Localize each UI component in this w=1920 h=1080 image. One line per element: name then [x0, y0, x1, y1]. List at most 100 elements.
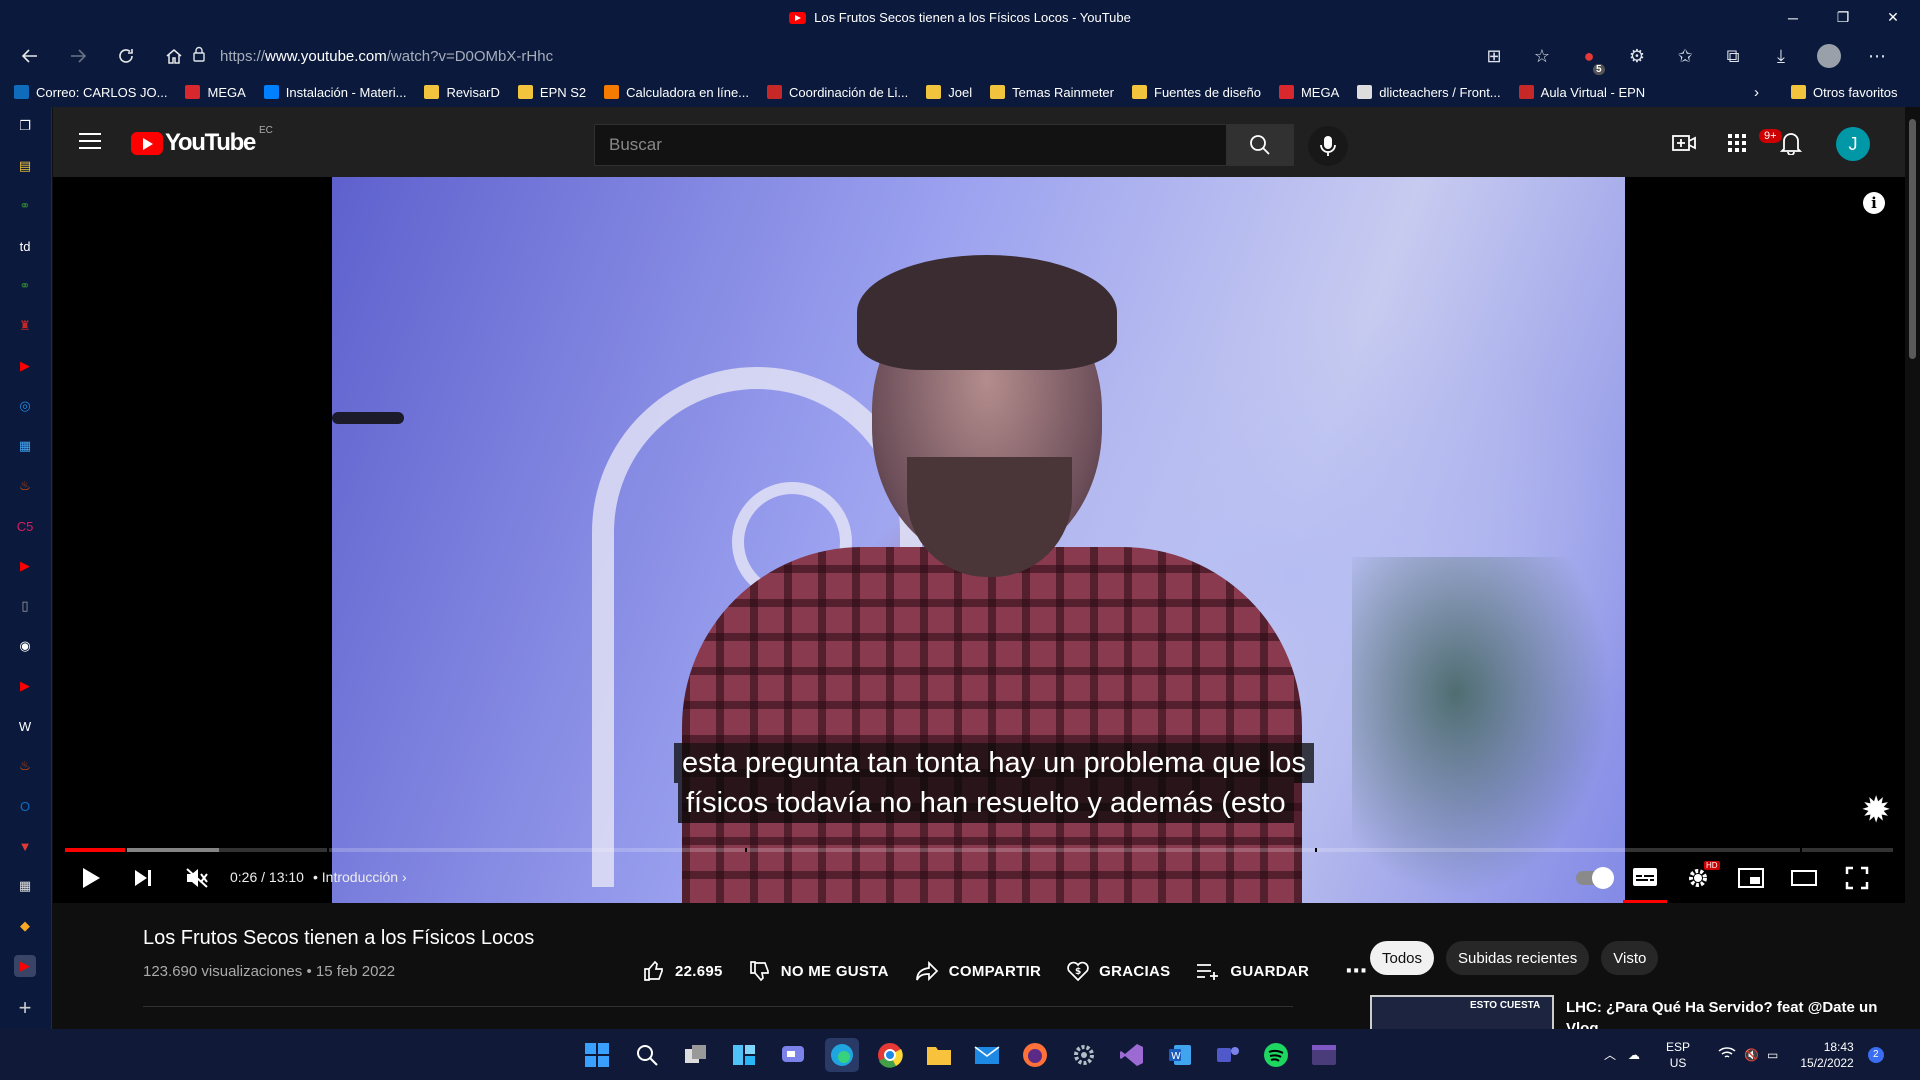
wordpress-icon[interactable]: W [14, 715, 36, 737]
save-button[interactable]: GUARDAR [1196, 962, 1309, 980]
spotify-icon[interactable] [1259, 1038, 1293, 1072]
favorites-icon[interactable]: ✩ [1661, 46, 1709, 67]
link-icon[interactable]: ⚭ [14, 195, 36, 217]
more-menu-icon[interactable]: ⋯ [1853, 46, 1901, 67]
refresh-icon[interactable] [102, 35, 150, 77]
edge-taskbar-icon[interactable] [825, 1038, 859, 1072]
search-button[interactable] [1226, 124, 1294, 166]
settings-button[interactable]: HD [1676, 853, 1720, 903]
account-avatar[interactable]: J [1836, 127, 1870, 161]
filter-chip[interactable]: Todos [1370, 941, 1435, 975]
file-explorer-icon[interactable] [922, 1038, 956, 1072]
bookmark-item[interactable]: Correo: CARLOS JO... [14, 85, 167, 100]
bookmark-item[interactable]: MEGA [185, 85, 246, 100]
chapter-title[interactable]: • Introducción › [313, 869, 407, 885]
tabs-icon[interactable]: ❐ [14, 115, 36, 137]
bookmark-item[interactable]: Calculadora en líne... [604, 85, 749, 100]
search-input[interactable]: Buscar [594, 124, 1230, 166]
recommendation-title[interactable]: LHC: ¿Para Qué Ha Servido? feat @Date un… [1566, 997, 1886, 1029]
app-icon[interactable]: ▦ [14, 435, 36, 457]
bookmark-item[interactable]: MEGA [1278, 85, 1339, 100]
recommendation-thumbnail[interactable]: ESTO CUESTA [1370, 995, 1554, 1029]
subtitles-button[interactable] [1623, 853, 1667, 903]
link-icon-2[interactable]: ⚭ [14, 275, 36, 297]
miniplayer-button[interactable] [1729, 853, 1773, 903]
bookmark-item[interactable]: Fuentes de diseño [1132, 85, 1261, 100]
bookmark-item[interactable]: RevisarD [424, 85, 500, 100]
bookmark-item[interactable]: dlicteachers / Front... [1357, 85, 1501, 100]
visual-studio-icon[interactable] [1115, 1038, 1149, 1072]
share-button[interactable]: COMPARTIR [915, 961, 1041, 981]
filter-chip[interactable]: Subidas recientes [1446, 941, 1590, 975]
youtube-icon-3[interactable]: ▶ [14, 675, 36, 697]
youtube-icon[interactable]: ▶ [14, 355, 36, 377]
volume-muted-tray-icon[interactable]: 🔇 [1744, 1048, 1759, 1062]
like-button[interactable]: 22.695 [643, 960, 723, 982]
outlook-icon[interactable]: O [14, 795, 36, 817]
youtube-icon-4[interactable]: ▶ [14, 955, 36, 977]
teams-chat-icon[interactable] [776, 1038, 810, 1072]
github-icon[interactable]: ◉ [14, 635, 36, 657]
page-scrollbar[interactable] [1905, 107, 1920, 1029]
more-bookmarks-chevron-icon[interactable]: › [1754, 84, 1759, 101]
add-icon[interactable]: + [14, 995, 36, 1020]
mail-icon[interactable] [970, 1038, 1004, 1072]
youtube-logo[interactable]: YouTube EC [131, 125, 273, 157]
bookmark-item[interactable]: Temas Rainmeter [990, 85, 1114, 100]
filter-chip[interactable]: Visto [1601, 941, 1659, 975]
voice-search-button[interactable] [1308, 126, 1348, 166]
bookmark-item[interactable]: Joel [926, 85, 972, 100]
onedrive-icon[interactable]: ☁ [1628, 1048, 1640, 1062]
firefox-icon[interactable] [1018, 1038, 1052, 1072]
app-available-icon[interactable]: ⊞ [1470, 46, 1518, 67]
downloads-icon[interactable]: ⤓ [1757, 46, 1805, 67]
show-hidden-icons-chevron-icon[interactable]: ︿ [1604, 1046, 1616, 1063]
start-menu-icon[interactable] [580, 1038, 614, 1072]
lock-icon[interactable] [192, 46, 206, 66]
java-icon-2[interactable]: ♨ [14, 755, 36, 777]
channel-watermark-icon[interactable]: ✹ [1861, 789, 1891, 831]
terminal-icon[interactable] [1307, 1038, 1341, 1072]
clock[interactable]: 18:43 15/2/2022 [1800, 1039, 1853, 1071]
close-button[interactable]: ✕ [1868, 0, 1918, 35]
game-icon[interactable]: ♜ [14, 315, 36, 337]
doc-icon[interactable]: ▯ [14, 595, 36, 617]
search-taskbar-icon[interactable] [630, 1038, 664, 1072]
address-bar[interactable]: https://www.youtube.com/watch?v=D0OMbX-r… [193, 39, 1510, 73]
collections-icon[interactable]: ⧉ [1709, 46, 1757, 67]
add-favorite-icon[interactable]: ☆ [1518, 46, 1566, 67]
next-button[interactable] [123, 853, 163, 903]
autoplay-toggle[interactable] [1571, 853, 1615, 903]
bookmark-item[interactable]: Instalación - Materi... [263, 85, 406, 100]
widgets-icon[interactable] [727, 1038, 761, 1072]
edge-icon[interactable]: ◎ [14, 395, 36, 417]
bookmark-item[interactable]: EPN S2 [517, 85, 586, 100]
profile-icon[interactable] [1805, 44, 1853, 68]
dislike-button[interactable]: NO ME GUSTA [749, 960, 889, 982]
video-player[interactable]: i ✹ esta pregunta tan tonta hay un probl… [53, 177, 1905, 903]
task-view-icon[interactable] [679, 1038, 713, 1072]
settings-taskbar-icon[interactable] [1067, 1038, 1101, 1072]
apps-grid-icon[interactable] [1723, 129, 1751, 157]
teams-icon[interactable] [1211, 1038, 1245, 1072]
create-video-icon[interactable] [1670, 129, 1698, 157]
input-language[interactable]: ESP US [1666, 1039, 1690, 1071]
minimize-button[interactable]: ─ [1768, 0, 1818, 35]
wifi-icon[interactable] [1718, 1046, 1736, 1063]
battery-icon[interactable]: ▭ [1767, 1048, 1778, 1062]
extension-badge-icon[interactable]: ● 5 [1565, 46, 1613, 75]
cs-icon[interactable]: C5 [14, 515, 36, 537]
word-icon[interactable]: W [1163, 1038, 1197, 1072]
thanks-button[interactable]: $ GRACIAS [1067, 960, 1170, 982]
youtube-icon-2[interactable]: ▶ [14, 555, 36, 577]
home-icon[interactable] [150, 35, 198, 77]
vivaldi-icon[interactable]: ▼ [14, 835, 36, 857]
play-button[interactable] [71, 853, 111, 903]
fullscreen-button[interactable] [1835, 853, 1879, 903]
info-icon[interactable]: i [1863, 192, 1885, 214]
other-favorites-folder[interactable]: Otros favoritos [1791, 85, 1898, 100]
chrome-icon[interactable] [873, 1038, 907, 1072]
scrollbar-thumb[interactable] [1909, 119, 1916, 359]
theater-mode-button[interactable] [1782, 853, 1826, 903]
progress-bar[interactable] [65, 848, 1893, 852]
